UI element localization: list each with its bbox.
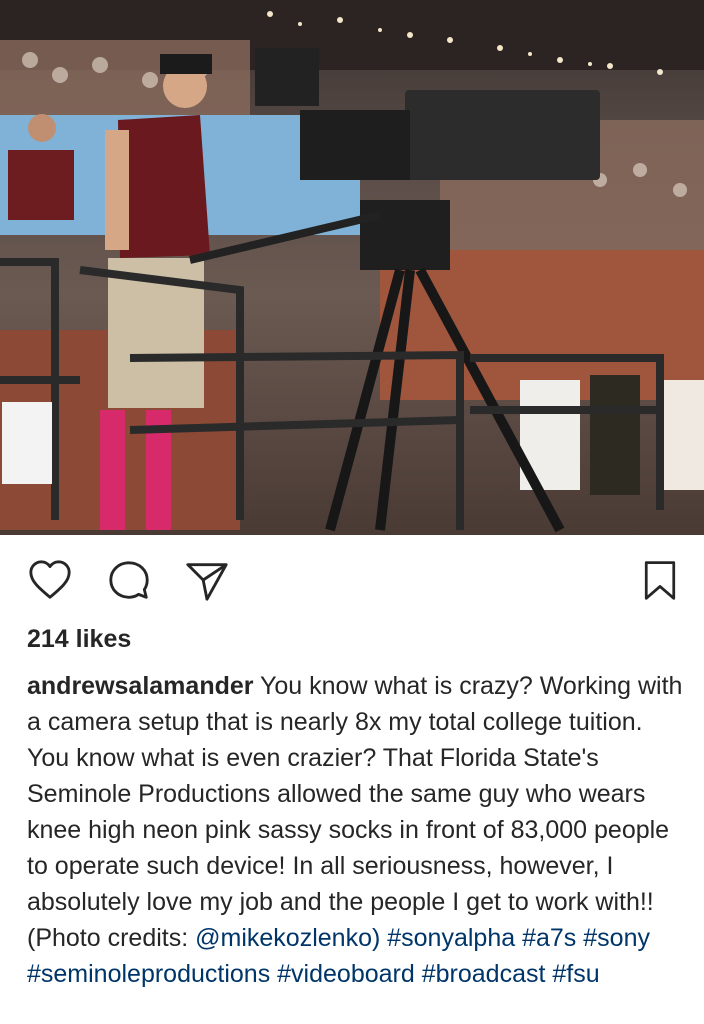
bookmark-icon[interactable] [638, 557, 682, 603]
hashtag[interactable]: #broadcast [422, 960, 546, 988]
caption-text: You know what is crazy? Working with a c… [27, 672, 683, 952]
hashtag[interactable]: #fsu [552, 960, 599, 988]
caption-username[interactable]: andrewsalamander [27, 672, 254, 700]
likes-count[interactable]: 214 likes [27, 625, 131, 654]
hashtag[interactable]: #a7s [522, 924, 576, 952]
post-caption: andrewsalamander You know what is crazy?… [27, 668, 687, 992]
heart-icon[interactable] [27, 557, 73, 603]
post-actions-bar [0, 535, 704, 623]
caption-mention[interactable]: @mikekozlenko) [195, 924, 380, 952]
hashtag[interactable]: #videoboard [277, 960, 415, 988]
hashtag[interactable]: #sonyalpha [387, 924, 515, 952]
send-icon[interactable] [184, 557, 230, 603]
photo-scene [0, 0, 704, 533]
post-photo[interactable] [0, 0, 704, 535]
comment-icon[interactable] [106, 557, 152, 603]
hashtag[interactable]: #seminoleproductions [27, 960, 270, 988]
hashtag[interactable]: #sony [583, 924, 650, 952]
